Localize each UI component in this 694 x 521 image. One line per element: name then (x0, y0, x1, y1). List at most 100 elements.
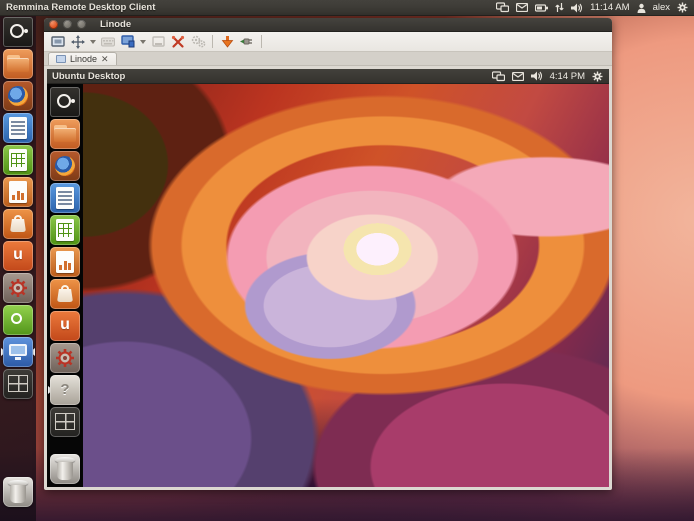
remote-launcher-item-calc[interactable] (50, 215, 80, 245)
trash-icon (3, 477, 33, 507)
launcher-item-calc[interactable] (3, 145, 33, 175)
mail-icon[interactable] (516, 3, 528, 12)
tab-close-icon[interactable]: ✕ (101, 54, 109, 65)
help-icon: ? (50, 375, 80, 405)
network-icon[interactable] (492, 71, 505, 82)
launcher-item-home-folder[interactable] (3, 49, 33, 79)
remmina-window: Linode Linode ✕ Ubuntu Desktop (44, 18, 612, 490)
libreoffice-calc-icon (50, 215, 80, 245)
launcher-item-ubuntu-one[interactable]: u (3, 241, 33, 271)
tab-label: Linode (70, 54, 97, 64)
remote-launcher-item-home-folder[interactable] (50, 119, 80, 149)
libreoffice-writer-icon (3, 113, 33, 143)
firefox-icon (50, 151, 80, 181)
indicator-tray: 11:14 AM alex (496, 2, 688, 13)
mail-icon[interactable] (512, 72, 524, 81)
remote-menu-title[interactable]: Ubuntu Desktop (52, 71, 125, 82)
unity-launcher: u (0, 16, 36, 521)
launcher-item-software-center[interactable] (3, 209, 33, 239)
remote-launcher-item-ubuntu-one[interactable]: u (50, 311, 80, 341)
workspace-switcher-icon (50, 407, 80, 437)
tools-icon[interactable] (169, 34, 187, 50)
launcher-item-system-settings[interactable] (3, 273, 33, 303)
trash-icon (50, 454, 80, 484)
volume-icon[interactable] (571, 3, 583, 13)
launcher-item-impress[interactable] (3, 177, 33, 207)
software-center-icon (50, 279, 80, 309)
remote-launcher-item-software-center[interactable] (50, 279, 80, 309)
home-folder-icon (50, 119, 80, 149)
screenshot-arrow-icon[interactable] (218, 34, 236, 50)
remote-launcher-item-writer[interactable] (50, 183, 80, 213)
ubuntu-green-icon (3, 305, 33, 335)
ubuntu-dash-icon (3, 17, 33, 47)
firefox-icon (3, 81, 33, 111)
minimize-button[interactable] (63, 20, 72, 29)
volume-icon[interactable] (531, 71, 543, 81)
remote-desktop-viewport[interactable]: Ubuntu Desktop 4:14 PM u ? (47, 69, 609, 487)
remote-wallpaper (83, 84, 609, 487)
launcher-item-writer[interactable] (3, 113, 33, 143)
system-settings-icon (50, 343, 80, 373)
remote-launcher-item-impress[interactable] (50, 247, 80, 277)
remote-launcher-item-trash[interactable] (50, 454, 80, 484)
session-gear-icon[interactable] (592, 71, 603, 82)
close-button[interactable] (49, 20, 58, 29)
software-center-icon (3, 209, 33, 239)
launcher-item-trash[interactable] (3, 477, 33, 507)
launcher-item-firefox[interactable] (3, 81, 33, 111)
libreoffice-impress-icon (50, 247, 80, 277)
fullscreen-icon[interactable] (49, 34, 67, 50)
workspace-switcher-icon (3, 369, 33, 399)
gears-icon[interactable] (189, 34, 207, 50)
sync-arrows-icon[interactable] (555, 2, 564, 13)
toolbar-separator (261, 35, 262, 48)
clock[interactable]: 11:14 AM (590, 2, 629, 13)
disconnect-plug-icon[interactable] (238, 34, 256, 50)
username[interactable]: alex (653, 2, 670, 13)
launcher-item-workspace-switcher[interactable] (3, 369, 33, 399)
ubuntu-one-icon: u (3, 241, 33, 271)
connection-icon (56, 55, 66, 63)
remmina-toolbar (44, 32, 612, 52)
home-folder-icon (3, 49, 33, 79)
focused-app-title: Remmina Remote Desktop Client (6, 2, 155, 13)
launcher-item-dash-home[interactable] (3, 17, 33, 47)
network-icon[interactable] (496, 2, 509, 13)
tab-bar: Linode ✕ (44, 52, 612, 66)
battery-icon[interactable] (535, 4, 548, 12)
remote-launcher-item-workspace-switcher[interactable] (50, 407, 80, 437)
maximize-button[interactable] (77, 20, 86, 29)
minimize-view-icon[interactable] (149, 34, 167, 50)
remote-launcher-item-dash-home[interactable] (50, 87, 80, 117)
toolbar-separator (212, 35, 213, 48)
top-panel: Remmina Remote Desktop Client 11:14 AM a… (0, 0, 694, 16)
remote-clock[interactable]: 4:14 PM (550, 71, 585, 82)
remote-indicator-tray: 4:14 PM (492, 71, 603, 82)
caret-down-icon[interactable] (89, 34, 97, 50)
scale-icon[interactable] (119, 34, 137, 50)
caret-down-icon[interactable] (139, 34, 147, 50)
fit-window-icon[interactable] (69, 34, 87, 50)
system-settings-icon (3, 273, 33, 303)
user-icon[interactable] (637, 3, 646, 13)
remote-unity-launcher: u ? (47, 84, 83, 487)
libreoffice-calc-icon (3, 145, 33, 175)
libreoffice-writer-icon (50, 183, 80, 213)
remote-top-panel: Ubuntu Desktop 4:14 PM (47, 69, 609, 84)
ubuntu-one-icon: u (50, 311, 80, 341)
ubuntu-dash-icon (50, 87, 80, 117)
launcher-item-ubuntu-green[interactable] (3, 305, 33, 335)
session-gear-icon[interactable] (677, 2, 688, 13)
libreoffice-impress-icon (3, 177, 33, 207)
remmina-icon (3, 337, 33, 367)
grab-keyboard-icon[interactable] (99, 34, 117, 50)
window-titlebar[interactable]: Linode (44, 18, 612, 32)
remote-launcher-item-system-settings[interactable] (50, 343, 80, 373)
remote-launcher-item-help[interactable]: ? (50, 375, 80, 405)
window-title: Linode (100, 19, 131, 30)
tab-linode[interactable]: Linode ✕ (48, 52, 117, 65)
launcher-item-remmina[interactable] (3, 337, 33, 367)
ubuntu-desktop: { "outer_panel": { "app_title": "Remmina… (0, 0, 694, 521)
remote-launcher-item-firefox[interactable] (50, 151, 80, 181)
